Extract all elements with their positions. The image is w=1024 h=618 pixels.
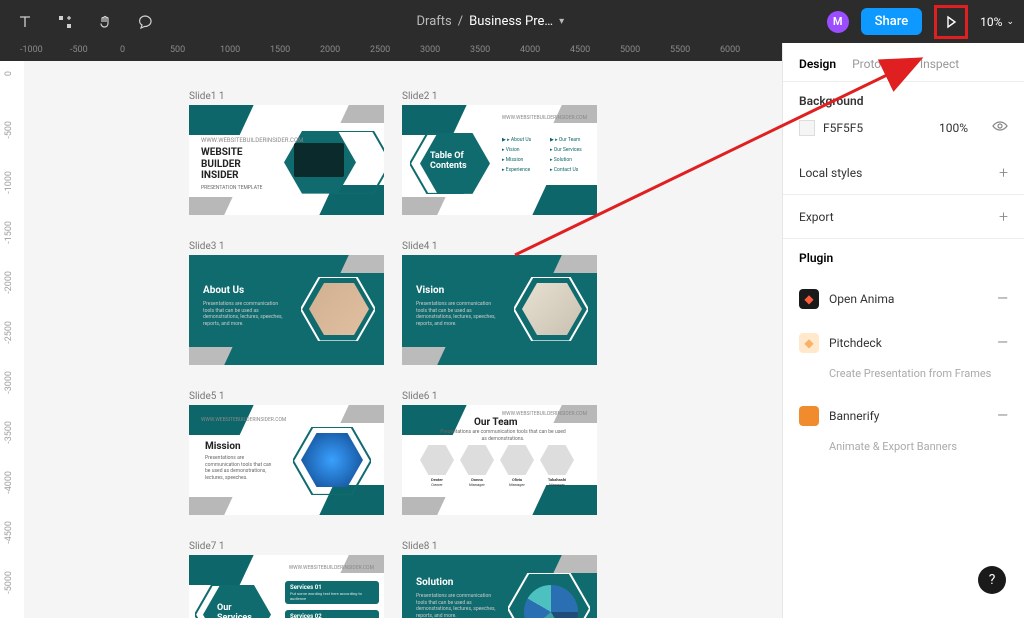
plugin-name: Bannerify (829, 409, 987, 423)
remove-plugin-icon[interactable]: — (997, 291, 1008, 307)
plugin-name: Open Anima (829, 292, 987, 306)
plugin-sublabel: Animate & Export Banners (783, 438, 1024, 467)
zoom-dropdown[interactable]: 10% ⌄ (980, 15, 1014, 29)
vertical-ruler: 0-500-1000-1500-2000-2500-3000-3500-4000… (0, 61, 24, 618)
background-hex[interactable]: F5F5F5 (823, 121, 931, 135)
slide-frame[interactable]: Slide1 1 WWW.WEBSITEBUILDERINSIDER.COM W… (189, 91, 384, 215)
plugin-item[interactable]: ◆ Bannerify — (783, 394, 1024, 438)
add-export-icon[interactable]: + (999, 207, 1008, 226)
plugin-icon: ◆ (799, 406, 819, 426)
slide-label[interactable]: Slide8 1 (402, 541, 597, 552)
comment-tool-icon[interactable] (136, 13, 154, 31)
slide-thumbnail[interactable]: Vision Presentations are communication t… (402, 255, 597, 365)
slide-label[interactable]: Slide4 1 (402, 241, 597, 252)
slide-frame[interactable]: Slide7 1 Our Services Services 01Put som… (189, 541, 384, 618)
plugin-item[interactable]: ◆ Pitchdeck — (783, 321, 1024, 365)
zoom-value: 10% (980, 15, 1002, 29)
tab-prototype[interactable]: Prototype (852, 57, 904, 71)
plugin-icon: ◆ (799, 289, 819, 309)
slide-thumbnail[interactable]: WWW.WEBSITEBUILDERINSIDER.COM WEBSITE BU… (189, 105, 384, 215)
text-tool-icon[interactable] (16, 13, 34, 31)
slide-thumbnail[interactable]: Table Of Contents ▸ About Us▸ Vision▸ Mi… (402, 105, 597, 215)
tab-design[interactable]: Design (799, 57, 836, 71)
plugin-sublabel: Create Presentation from Frames (783, 365, 1024, 394)
hand-tool-icon[interactable] (96, 13, 114, 31)
chevron-down-icon[interactable]: ▾ (559, 16, 564, 27)
panel-tabs: Design Prototype Inspect (783, 43, 1024, 81)
top-toolbar: Drafts / Business Pre… ▾ M Share 10% ⌄ (0, 0, 1024, 43)
slide-grid: Slide1 1 WWW.WEBSITEBUILDERINSIDER.COM W… (189, 91, 597, 618)
canvas[interactable]: Slide1 1 WWW.WEBSITEBUILDERINSIDER.COM W… (24, 61, 782, 618)
plugin-section-header: Plugin (783, 239, 1024, 277)
remove-plugin-icon[interactable]: — (997, 335, 1008, 351)
breadcrumb-file[interactable]: Business Pre… (469, 14, 553, 29)
plugin-name: Pitchdeck (829, 336, 987, 350)
slide-label[interactable]: Slide2 1 (402, 91, 597, 102)
breadcrumb[interactable]: Drafts / Business Pre… ▾ (154, 14, 827, 29)
tab-inspect[interactable]: Inspect (920, 57, 959, 71)
export-section[interactable]: Export + (783, 195, 1024, 239)
chevron-down-icon: ⌄ (1006, 17, 1014, 27)
components-tool-icon[interactable] (56, 13, 74, 31)
present-button[interactable] (934, 5, 968, 39)
local-styles-label: Local styles (799, 166, 862, 180)
avatar[interactable]: M (827, 11, 849, 33)
background-row[interactable]: F5F5F5 100% (783, 108, 1024, 151)
horizontal-ruler: -1000-5000500100015002000250030003500400… (0, 43, 782, 61)
add-style-icon[interactable]: + (999, 163, 1008, 182)
slide-frame[interactable]: Slide6 1 Our Team Presentations are comm… (402, 391, 597, 515)
properties-panel: Design Prototype Inspect Background F5F5… (782, 43, 1024, 618)
visibility-toggle-icon[interactable] (992, 118, 1008, 137)
slide-thumbnail[interactable]: Mission Presentations are communication … (189, 405, 384, 515)
local-styles-section[interactable]: Local styles + (783, 151, 1024, 195)
slide-frame[interactable]: Slide4 1 Vision Presentations are commun… (402, 241, 597, 365)
slide-label[interactable]: Slide7 1 (189, 541, 384, 552)
slide-frame[interactable]: Slide5 1 Mission Presentations are commu… (189, 391, 384, 515)
plugin-item[interactable]: ◆ Open Anima — (783, 277, 1024, 321)
slide-frame[interactable]: Slide8 1 Solution Presentations are comm… (402, 541, 597, 618)
slide-thumbnail[interactable]: About Us Presentations are communication… (189, 255, 384, 365)
slide-thumbnail[interactable]: Solution Presentations are communication… (402, 555, 597, 618)
export-label: Export (799, 210, 834, 224)
background-section-label: Background (799, 94, 863, 108)
slide-thumbnail[interactable]: Our Team Presentations are communication… (402, 405, 597, 515)
plugin-icon: ◆ (799, 333, 819, 353)
background-swatch[interactable] (799, 120, 815, 136)
remove-plugin-icon[interactable]: — (997, 408, 1008, 424)
slide-thumbnail[interactable]: Our Services Services 01Put some wording… (189, 555, 384, 618)
slide-label[interactable]: Slide1 1 (189, 91, 384, 102)
help-button[interactable]: ? (978, 566, 1006, 594)
breadcrumb-sep: / (458, 14, 463, 29)
share-button[interactable]: Share (861, 8, 923, 35)
slide-frame[interactable]: Slide2 1 Table Of Contents ▸ About Us▸ V… (402, 91, 597, 215)
slide-frame[interactable]: Slide3 1 About Us Presentations are comm… (189, 241, 384, 365)
slide-label[interactable]: Slide3 1 (189, 241, 384, 252)
breadcrumb-folder[interactable]: Drafts (417, 14, 452, 29)
slide-label[interactable]: Slide6 1 (402, 391, 597, 402)
slide-label[interactable]: Slide5 1 (189, 391, 384, 402)
background-opacity[interactable]: 100% (939, 121, 968, 135)
